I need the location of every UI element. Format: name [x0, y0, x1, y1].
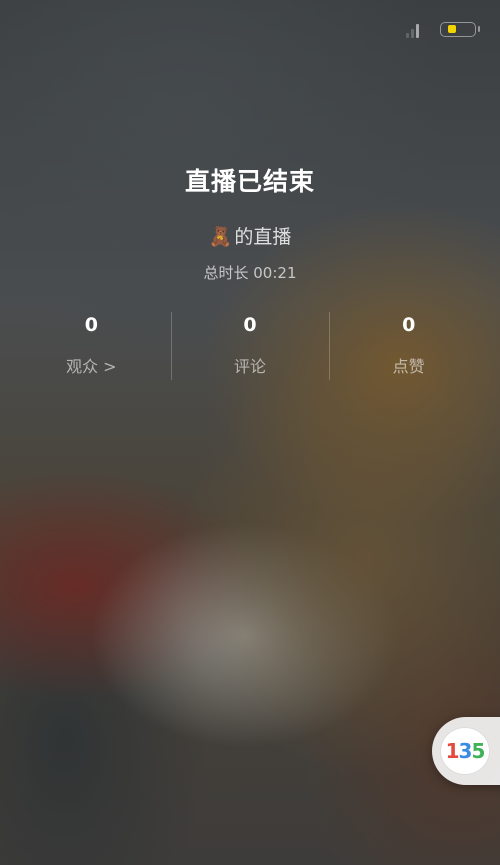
stat-audience[interactable]: 0 观众 > [12, 312, 171, 380]
status-bar [0, 0, 500, 56]
live-ended-screen: 直播已结束 🧸 的直播 总时长 00:21 0 观众 > 0 评论 0 点赞 13… [0, 0, 500, 865]
live-duration: 总时长 00:21 [203, 264, 297, 282]
live-stats: 0 观众 > 0 评论 0 点赞 [12, 312, 488, 380]
stat-comments-label: 评论 [234, 357, 267, 376]
stat-audience-value: 0 [84, 314, 98, 336]
signal-bars-icon [406, 22, 420, 38]
app-logo-glyph: 3 [458, 739, 473, 763]
host-line: 🧸 的直播 [0, 222, 500, 249]
host-live-label: 的直播 [234, 226, 292, 248]
host-avatar: 🧸 [208, 226, 233, 248]
stat-likes-label: 点赞 [392, 357, 425, 376]
stat-comments: 0 评论 [170, 312, 330, 380]
stat-likes-value: 0 [402, 314, 416, 336]
stat-likes: 0 点赞 [329, 312, 488, 380]
app-logo-glyph: 5 [471, 739, 485, 763]
stat-comments-value: 0 [243, 314, 257, 336]
floating-app-widget[interactable]: 135 [432, 717, 500, 785]
battery-level [448, 25, 456, 33]
page-title: 直播已结束 [184, 167, 315, 196]
battery-icon [440, 22, 480, 37]
app-logo-icon: 135 [440, 727, 490, 775]
stat-audience-label: 观众 > [66, 357, 117, 376]
app-logo-glyph: 1 [445, 739, 460, 763]
